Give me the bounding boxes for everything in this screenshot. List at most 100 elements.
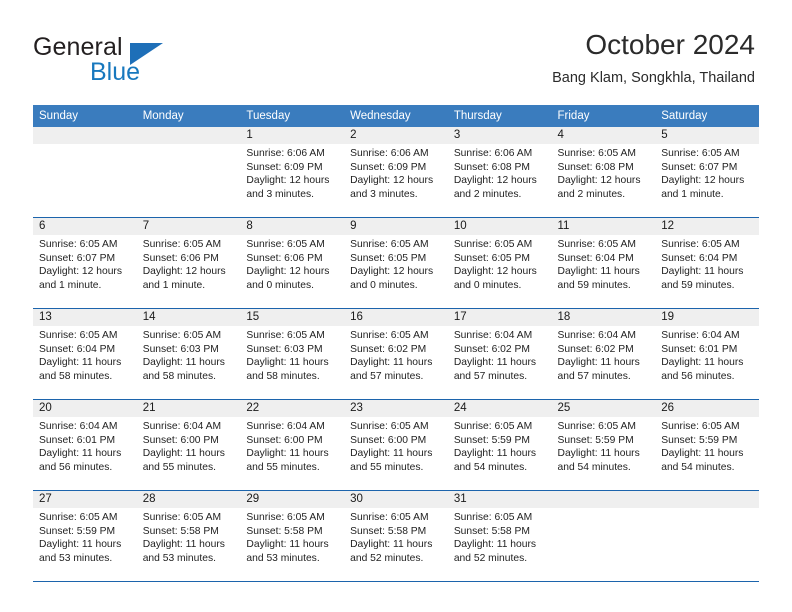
daylight-text-line1: Daylight: 11 hours	[661, 448, 744, 460]
calendar-day-cell[interactable]	[33, 127, 137, 218]
page-title: October 2024	[585, 29, 755, 60]
sunrise-text: Sunrise: 6:05 AM	[246, 239, 325, 250]
daylight-text-line1: Daylight: 12 hours	[350, 175, 434, 187]
day-number: 23	[344, 400, 448, 417]
sunset-text: Sunset: 5:58 PM	[453, 525, 530, 537]
day-number	[655, 491, 759, 508]
daylight-text-line1: Daylight: 11 hours	[350, 448, 433, 460]
calendar-week-row: 1 Sunrise: 6:06 AM Sunset: 6:09 PM Daylight…	[33, 127, 759, 218]
calendar-day-cell[interactable]: 5 Sunrise: 6:05 AM Sunset: 6:07 PM Daylight…	[655, 127, 759, 218]
day-cell-inner: 6 Sunrise: 6:05 AM Sunset: 6:07 PM Daylight…	[33, 218, 137, 308]
daylight-text-line2: and 57 minutes.	[557, 370, 631, 382]
day-details: Sunrise: 6:04 AM Sunset: 6:00 PM Daylight:…	[137, 417, 241, 474]
calendar-day-cell[interactable]: 29 Sunrise: 6:05 AM Sunset: 5:58 PM Dayligh…	[240, 490, 345, 582]
calendar-day-cell[interactable]: 9 Sunrise: 6:05 AM Sunset: 6:05 PM Daylight…	[344, 217, 448, 309]
daylight-text-line1: Daylight: 11 hours	[142, 357, 225, 369]
day-number: 30	[344, 491, 448, 508]
day-number: 28	[136, 491, 241, 508]
sunrise-text: Sunrise: 6:05 AM	[142, 512, 222, 523]
daylight-text-line1: Daylight: 11 hours	[661, 357, 744, 369]
calendar-day-cell[interactable]: 22 Sunrise: 6:04 AM Sunset: 6:00 PM Dayligh…	[240, 399, 345, 491]
daylight-text-line2: and 55 minutes.	[246, 461, 320, 473]
general-blue-logo[interactable]: General Blue	[33, 33, 263, 86]
sunset-text: Sunset: 6:00 PM	[350, 434, 427, 446]
daylight-text-line2: and 57 minutes.	[453, 370, 528, 382]
daylight-text-line2: and 1 minute.	[142, 279, 206, 291]
calendar-day-cell[interactable]: 16 Sunrise: 6:05 AM Sunset: 6:02 PM Dayligh…	[344, 308, 448, 400]
calendar-day-cell[interactable]: 17 Sunrise: 6:04 AM Sunset: 6:02 PM Dayligh…	[447, 308, 552, 400]
sunrise-text: Sunrise: 6:05 AM	[453, 421, 533, 432]
calendar-day-cell[interactable]: 1 Sunrise: 6:06 AM Sunset: 6:09 PM Daylight…	[240, 127, 345, 218]
sunrise-text: Sunrise: 6:06 AM	[246, 148, 325, 159]
calendar-day-cell[interactable]: 24 Sunrise: 6:05 AM Sunset: 5:59 PM Dayligh…	[447, 399, 552, 491]
calendar-day-cell[interactable]	[551, 490, 656, 582]
day-cell-inner: 28 Sunrise: 6:05 AM Sunset: 5:58 PM Dayligh…	[136, 491, 241, 581]
calendar-day-cell[interactable]: 13 Sunrise: 6:05 AM Sunset: 6:04 PM Dayligh…	[33, 308, 137, 400]
day-number	[136, 127, 241, 144]
calendar-day-cell[interactable]: 28 Sunrise: 6:05 AM Sunset: 5:58 PM Dayligh…	[136, 490, 241, 582]
day-number: 1	[240, 127, 345, 144]
day-cell-inner: 13 Sunrise: 6:05 AM Sunset: 6:04 PM Dayligh…	[33, 309, 137, 399]
calendar-day-cell[interactable]: 10 Sunrise: 6:05 AM Sunset: 6:05 PM Dayligh…	[447, 217, 552, 309]
sunrise-text: Sunrise: 6:06 AM	[350, 148, 429, 159]
calendar-day-cell[interactable]: 6 Sunrise: 6:05 AM Sunset: 6:07 PM Daylight…	[33, 217, 137, 309]
daylight-text-line1: Daylight: 11 hours	[453, 448, 537, 460]
day-number: 21	[136, 400, 241, 417]
day-details: Sunrise: 6:05 AM Sunset: 6:00 PM Daylight:…	[344, 417, 448, 474]
sunrise-text: Sunrise: 6:05 AM	[350, 330, 429, 341]
calendar-day-cell[interactable]: 7 Sunrise: 6:05 AM Sunset: 6:06 PM Daylight…	[136, 217, 241, 309]
sunset-text: Sunset: 6:09 PM	[350, 161, 427, 173]
sunrise-text: Sunrise: 6:05 AM	[39, 512, 118, 523]
calendar-day-cell[interactable]: 25 Sunrise: 6:05 AM Sunset: 5:59 PM Dayligh…	[551, 399, 656, 491]
weekday-header-saturday: Saturday	[655, 105, 759, 127]
calendar-day-cell[interactable]: 21 Sunrise: 6:04 AM Sunset: 6:00 PM Dayligh…	[136, 399, 241, 491]
day-number	[551, 491, 656, 508]
sunset-text: Sunset: 6:03 PM	[142, 343, 219, 355]
day-details: Sunrise: 6:05 AM Sunset: 5:59 PM Daylight:…	[33, 508, 137, 565]
sunrise-text: Sunrise: 6:04 AM	[246, 421, 325, 432]
sunrise-text: Sunrise: 6:05 AM	[661, 421, 740, 432]
calendar-day-cell[interactable]	[136, 127, 241, 218]
day-cell-inner: 9 Sunrise: 6:05 AM Sunset: 6:05 PM Daylight…	[344, 218, 448, 308]
day-cell-inner: 14 Sunrise: 6:05 AM Sunset: 6:03 PM Dayligh…	[136, 309, 241, 399]
calendar-day-cell[interactable]: 15 Sunrise: 6:05 AM Sunset: 6:03 PM Dayligh…	[240, 308, 345, 400]
calendar-day-cell[interactable]: 11 Sunrise: 6:05 AM Sunset: 6:04 PM Dayligh…	[551, 217, 656, 309]
calendar-day-cell[interactable]: 26 Sunrise: 6:05 AM Sunset: 5:59 PM Dayligh…	[655, 399, 759, 491]
daylight-text-line1: Daylight: 11 hours	[557, 266, 640, 278]
daylight-text-line1: Daylight: 11 hours	[350, 539, 433, 551]
day-cell-inner: 27 Sunrise: 6:05 AM Sunset: 5:59 PM Dayligh…	[33, 491, 137, 581]
day-number: 6	[33, 218, 137, 235]
calendar-day-cell[interactable]: 19 Sunrise: 6:04 AM Sunset: 6:01 PM Dayligh…	[655, 308, 759, 400]
sunrise-text: Sunrise: 6:05 AM	[142, 330, 222, 341]
day-number: 16	[344, 309, 448, 326]
sunset-text: Sunset: 6:07 PM	[39, 252, 116, 264]
sunrise-text: Sunrise: 6:04 AM	[39, 421, 118, 432]
sunset-text: Sunset: 5:58 PM	[350, 525, 427, 537]
day-number: 31	[447, 491, 552, 508]
day-details: Sunrise: 6:05 AM Sunset: 6:06 PM Daylight:…	[240, 235, 344, 292]
daylight-text-line1: Daylight: 12 hours	[142, 266, 226, 278]
calendar-day-cell[interactable]: 30 Sunrise: 6:05 AM Sunset: 5:58 PM Dayligh…	[344, 490, 448, 582]
calendar-day-cell[interactable]: 27 Sunrise: 6:05 AM Sunset: 5:59 PM Dayligh…	[33, 490, 137, 582]
sunrise-text: Sunrise: 6:04 AM	[557, 330, 636, 341]
sunrise-text: Sunrise: 6:05 AM	[557, 239, 636, 250]
day-cell-inner: 8 Sunrise: 6:05 AM Sunset: 6:06 PM Daylight…	[240, 218, 345, 308]
calendar-day-cell[interactable]: 4 Sunrise: 6:05 AM Sunset: 6:08 PM Daylight…	[551, 127, 656, 218]
day-details: Sunrise: 6:05 AM Sunset: 6:04 PM Daylight:…	[655, 235, 759, 292]
calendar-day-cell[interactable]: 2 Sunrise: 6:06 AM Sunset: 6:09 PM Daylight…	[344, 127, 448, 218]
calendar-body: 1 Sunrise: 6:06 AM Sunset: 6:09 PM Daylight…	[33, 127, 759, 582]
sunrise-text: Sunrise: 6:05 AM	[453, 239, 533, 250]
calendar-day-cell[interactable]: 14 Sunrise: 6:05 AM Sunset: 6:03 PM Dayligh…	[136, 308, 241, 400]
sunset-text: Sunset: 6:00 PM	[246, 434, 323, 446]
calendar-day-cell[interactable]: 8 Sunrise: 6:05 AM Sunset: 6:06 PM Daylight…	[240, 217, 345, 309]
calendar-day-cell[interactable]: 31 Sunrise: 6:05 AM Sunset: 5:58 PM Dayligh…	[447, 490, 552, 582]
calendar-day-cell[interactable]: 20 Sunrise: 6:04 AM Sunset: 6:01 PM Dayligh…	[33, 399, 137, 491]
day-number: 25	[551, 400, 656, 417]
calendar-day-cell[interactable]: 23 Sunrise: 6:05 AM Sunset: 6:00 PM Dayligh…	[344, 399, 448, 491]
calendar-day-cell[interactable]: 12 Sunrise: 6:05 AM Sunset: 6:04 PM Dayligh…	[655, 217, 759, 309]
calendar-day-cell[interactable]: 18 Sunrise: 6:04 AM Sunset: 6:02 PM Dayligh…	[551, 308, 656, 400]
sunset-text: Sunset: 6:04 PM	[661, 252, 738, 264]
weekday-header-row: Sunday Monday Tuesday Wednesday Thursday…	[33, 105, 759, 127]
calendar-day-cell[interactable]	[655, 490, 759, 582]
calendar-day-cell[interactable]: 3 Sunrise: 6:06 AM Sunset: 6:08 PM Daylight…	[447, 127, 552, 218]
